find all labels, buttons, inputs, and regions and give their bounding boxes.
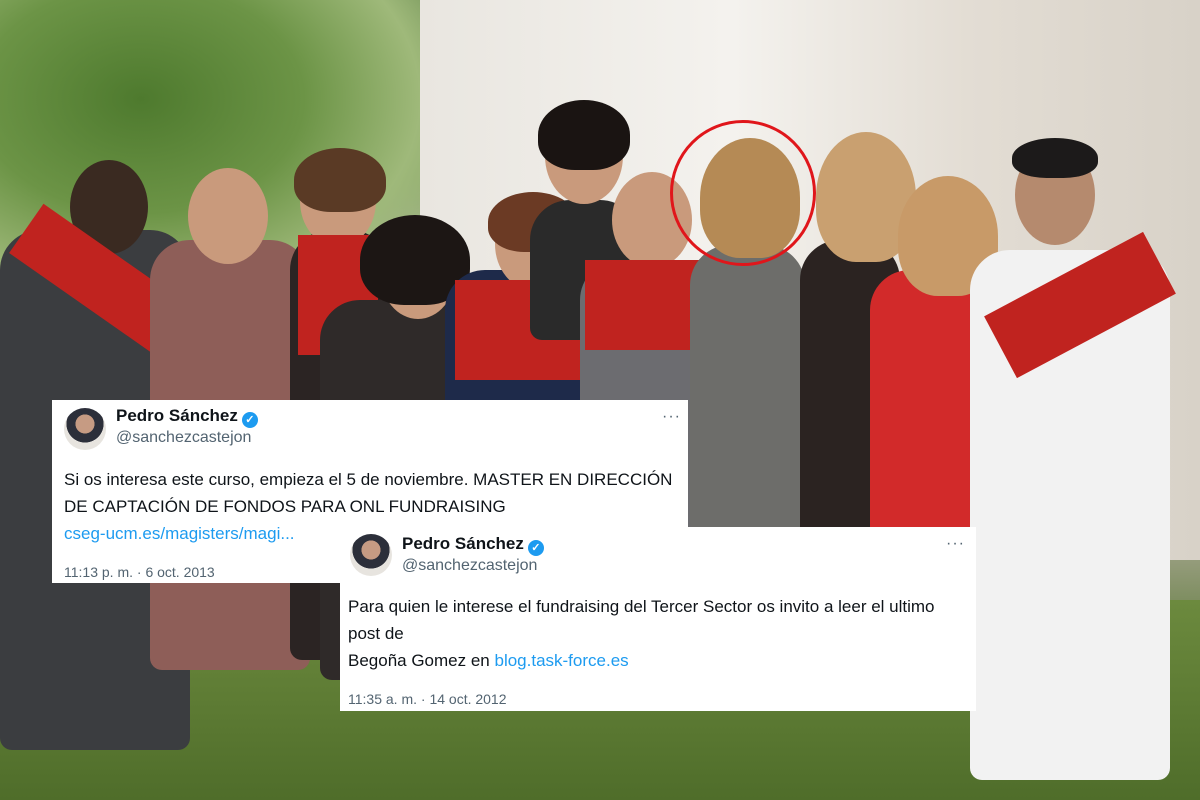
more-options-icon[interactable]: ··· — [662, 408, 681, 426]
verified-badge-icon: ✓ — [527, 540, 544, 556]
tweet-card-2[interactable]: Pedro Sánchez ✓ @sanchezcastejon ··· Para… — [340, 527, 976, 711]
person-11-hair — [1012, 138, 1098, 178]
tweet-text-content: Si os interesa este curso, empieza el 5 … — [64, 470, 673, 516]
tweet-link[interactable]: cseg-ucm.es/magisters/magi... — [64, 524, 295, 543]
author-handle[interactable]: @sanchezcastejon — [116, 429, 251, 447]
person-6-hair — [538, 100, 630, 170]
avatar[interactable] — [64, 408, 106, 450]
tweet-timestamp[interactable]: 11:13 p. m. · 6 oct. 2013 — [64, 564, 215, 580]
tweet-timestamp[interactable]: 11:35 a. m. · 14 oct. 2012 — [348, 691, 507, 707]
author-handle[interactable]: @sanchezcastejon — [402, 557, 537, 575]
tweet-text-line-1: Para quien le interese el fundraising de… — [348, 597, 935, 643]
tweet-link[interactable]: blog.task-force.es — [494, 651, 628, 670]
author-name-text[interactable]: Pedro Sánchez — [402, 534, 524, 553]
author-name[interactable]: Pedro Sánchez ✓ — [116, 406, 258, 428]
person-3-hair — [294, 148, 386, 212]
person-7-sash — [585, 260, 705, 350]
author-name-text[interactable]: Pedro Sánchez — [116, 406, 238, 425]
verified-badge-icon: ✓ — [241, 412, 258, 428]
tweet-text: Para quien le interese el fundraising de… — [348, 593, 968, 674]
tweet-text-line-2: Begoña Gomez en — [348, 651, 495, 670]
person-2-head — [188, 168, 268, 264]
avatar[interactable] — [350, 534, 392, 576]
highlight-circle — [670, 120, 816, 266]
author-name[interactable]: Pedro Sánchez ✓ — [402, 534, 544, 556]
more-options-icon[interactable]: ··· — [946, 535, 965, 553]
person-8 — [690, 245, 805, 535]
